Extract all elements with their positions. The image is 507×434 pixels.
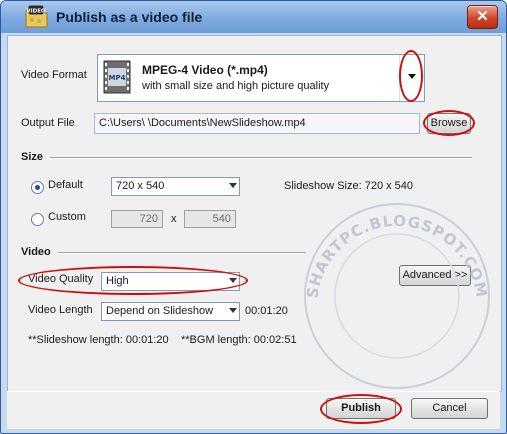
highlight-oval-format: [399, 50, 423, 102]
size-divider: [50, 157, 472, 159]
default-size-select[interactable]: 720 x 540: [111, 177, 240, 196]
custom-size-separator: x: [171, 213, 177, 225]
highlight-oval-quality: [18, 266, 248, 295]
highlight-oval-browse: [423, 110, 475, 136]
output-file-path[interactable]: C:\Users\ \Documents\NewSlideshow.mp4: [94, 113, 420, 134]
title-bar: VIDEO Publish as a video file ✕: [1, 1, 506, 33]
close-button[interactable]: ✕: [467, 5, 498, 29]
window-title: Publish as a video file: [56, 9, 203, 25]
film-mp4-icon: MP4: [103, 60, 131, 94]
video-length-label: Video Length: [28, 304, 93, 316]
video-format-label: Video Format: [21, 69, 87, 81]
svg-text:VIDEO: VIDEO: [26, 8, 46, 14]
custom-size-radio[interactable]: [31, 213, 44, 226]
default-size-radio[interactable]: [31, 181, 44, 194]
video-divider: [58, 252, 306, 254]
video-section-title: Video: [21, 246, 51, 258]
highlight-oval-publish: [320, 394, 402, 424]
dialog-footer: Publish Cancel: [7, 391, 500, 429]
size-section-title: Size: [21, 151, 44, 163]
film-mp4-icon-label: MP4: [109, 74, 126, 82]
close-icon: ✕: [476, 8, 489, 25]
bgm-length-text: **BGM length: 00:02:51: [181, 334, 297, 346]
output-file-path-text: C:\Users\ \Documents\NewSlideshow.mp4: [99, 117, 306, 129]
default-size-label: Default: [48, 179, 83, 191]
watermark-stamp: SHARTPC.BLOGSPOT.COM: [303, 203, 491, 389]
custom-size-label: Custom: [48, 211, 86, 223]
svg-text:SHARTPC.BLOGSPOT.COM: SHARTPC.BLOGSPOT.COM: [303, 212, 491, 300]
custom-width-value: 720: [139, 213, 158, 225]
video-length-select[interactable]: Depend on Slideshow: [101, 302, 240, 321]
publish-dialog: VIDEO Publish as a video file ✕ Video Fo…: [0, 0, 507, 434]
custom-width-input[interactable]: 720: [111, 210, 163, 228]
video-folder-icon: VIDEO: [25, 5, 48, 28]
slideshow-length-text: **Slideshow length: 00:01:20: [28, 334, 169, 346]
custom-height-input[interactable]: 540: [184, 210, 236, 228]
video-format-description: with small size and high picture quality: [142, 80, 330, 92]
output-file-label: Output File: [21, 117, 75, 129]
chevron-down-icon: [229, 308, 237, 313]
video-format-select[interactable]: MP4 MPEG-4 Video (*.mp4) with small size…: [97, 54, 425, 102]
custom-height-value: 540: [212, 213, 231, 225]
cancel-button[interactable]: Cancel: [411, 398, 488, 419]
chevron-down-icon: [229, 183, 237, 188]
video-length-time: 00:01:20: [245, 305, 288, 317]
video-length-value: Depend on Slideshow: [106, 305, 214, 317]
video-format-name: MPEG-4 Video (*.mp4): [142, 63, 268, 77]
default-size-value: 720 x 540: [116, 180, 165, 192]
